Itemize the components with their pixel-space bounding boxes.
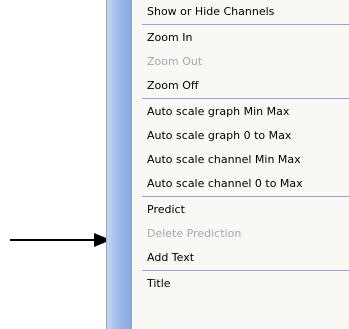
menu-separator (132, 98, 349, 100)
menu-item-title[interactable]: Title (132, 272, 349, 296)
right-arrow-icon (10, 233, 111, 247)
menu-item-zoom-out: Zoom Out (147, 55, 203, 68)
menu-separator (132, 270, 349, 272)
menu-item-show-or-hide-channels[interactable]: Show or Hide Channels (132, 0, 349, 24)
menu-item-auto-scale-graph-0-to-max[interactable]: Auto scale graph 0 to Max (132, 124, 349, 148)
menu-item-zoom-in[interactable]: Zoom In (132, 26, 349, 50)
menu-item-predict[interactable]: Predict (132, 198, 349, 222)
menu-separator (132, 24, 349, 26)
menu-item-auto-scale-graph-min-max[interactable]: Auto scale graph Min Max (132, 100, 349, 124)
menu-item-auto-scale-channel-0-to-max[interactable]: Auto scale channel 0 to Max (132, 172, 349, 196)
menu-separator (132, 196, 349, 198)
menu-icon-gutter (107, 0, 132, 329)
menu-item-add-text[interactable]: Add Text (132, 246, 349, 270)
context-menu: Show or Hide Channels Zoom In Zoom Out Z… (106, 0, 349, 329)
screenshot-stage: Show or Hide Channels Zoom In Zoom Out Z… (0, 0, 349, 329)
menu-items: Show or Hide Channels Zoom In Zoom Out Z… (132, 0, 349, 296)
menu-item-delete-prediction: Delete Prediction (147, 227, 242, 240)
menu-item-auto-scale-channel-min-max[interactable]: Auto scale channel Min Max (132, 148, 349, 172)
menu-item-zoom-off[interactable]: Zoom Off (132, 74, 349, 98)
